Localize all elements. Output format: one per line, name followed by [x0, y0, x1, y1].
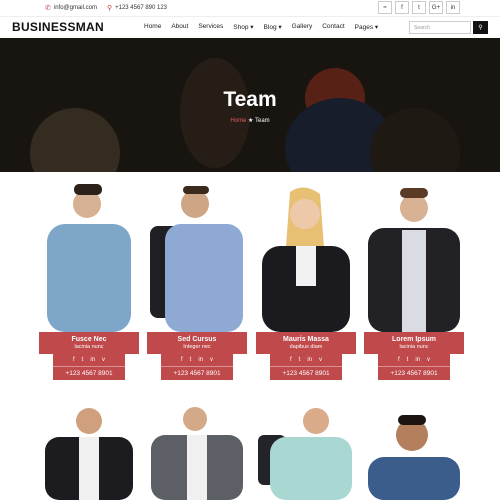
page-banner: Team Home ★ Team: [0, 38, 500, 172]
team-member-photo: [45, 408, 133, 500]
google-plus-icon[interactable]: G+: [429, 1, 443, 14]
team-member-socials: f t in v: [378, 354, 450, 366]
team-member-photo: [262, 187, 350, 332]
twitter-icon[interactable]: t: [407, 357, 409, 363]
team-member-phone: +123 4567 8901: [270, 366, 342, 380]
nav-item-shop[interactable]: Shop ▾: [233, 23, 253, 31]
team-member-phone: +123 4567 8901: [378, 366, 450, 380]
linkedin-icon[interactable]: in: [446, 1, 460, 14]
linkedin-icon[interactable]: in: [307, 357, 312, 363]
team-member-name: Lorem Ipsum: [392, 336, 436, 343]
linkedin-icon[interactable]: in: [198, 357, 203, 363]
team-member-phone: +123 4567 8901: [161, 366, 233, 380]
nav-item-about[interactable]: About: [171, 23, 188, 31]
team-member-name: Sed Cursus: [177, 336, 217, 343]
phone-contact[interactable]: ⚲ +123 4567 890 123: [107, 4, 167, 12]
team-member-photo: [368, 415, 460, 500]
team-member-role: dapibus diam: [289, 344, 323, 350]
contact-info: ✆ info@gmail.com ⚲ +123 4567 890 123: [45, 4, 167, 12]
main-navigation: BUSINESSMAN Home About Services Shop ▾ B…: [0, 16, 500, 38]
vimeo-icon[interactable]: v: [319, 357, 322, 363]
team-member-socials: f t in v: [161, 354, 233, 366]
search-icon: ⚲: [478, 25, 483, 31]
chevron-down-icon: ▾: [374, 24, 379, 31]
nav-item-shop-label: Shop: [233, 24, 249, 31]
twitter-icon[interactable]: t: [82, 357, 84, 363]
nav-item-blog[interactable]: Blog ▾: [264, 23, 282, 31]
team-member-role: lacinia nunc: [74, 344, 104, 350]
twitter-icon[interactable]: t: [299, 357, 301, 363]
team-member-socials: f t in v: [270, 354, 342, 366]
team-member-info: Sed Cursus Integer nec: [147, 332, 247, 354]
nav-item-pages-label: Pages: [354, 24, 374, 31]
nav-item-contact[interactable]: Contact: [322, 23, 344, 31]
team-member-phone: +123 4567 8901: [53, 366, 125, 380]
site-logo[interactable]: BUSINESSMAN: [12, 20, 104, 34]
location-pin-icon: ⚲: [106, 5, 113, 12]
team-member-photo: [151, 407, 243, 500]
phone-icon: ✆: [45, 5, 51, 12]
team-member-name: Mauris Massa: [283, 336, 329, 343]
facebook-icon[interactable]: f: [290, 357, 292, 363]
team-member-photo: [47, 184, 131, 332]
page-title: Team: [223, 88, 277, 111]
facebook-icon[interactable]: f: [73, 357, 75, 363]
team-member-role: lacinia nunc: [399, 344, 429, 350]
nav-item-pages[interactable]: Pages ▾: [355, 23, 379, 31]
team-member-photo: [258, 408, 352, 500]
team-member-info: Fusce Nec lacinia nunc: [39, 332, 139, 354]
linkedin-icon[interactable]: in: [415, 357, 420, 363]
star-icon: ★: [248, 118, 254, 124]
phone-text: +123 4567 890 123: [115, 5, 168, 11]
twitter-icon[interactable]: t: [412, 1, 426, 14]
nav-item-home[interactable]: Home: [144, 23, 161, 31]
email-text: info@gmail.com: [53, 5, 97, 11]
breadcrumb-current: Team: [254, 118, 270, 124]
linkedin-icon[interactable]: in: [90, 357, 95, 363]
search-button[interactable]: ⚲: [473, 21, 488, 34]
twitter-icon[interactable]: t: [190, 357, 192, 363]
facebook-icon[interactable]: f: [181, 357, 183, 363]
vimeo-icon[interactable]: v: [102, 357, 105, 363]
vimeo-icon[interactable]: v: [427, 357, 430, 363]
facebook-icon[interactable]: f: [395, 1, 409, 14]
team-member-photo: [150, 186, 243, 332]
team-member-role: Integer nec: [183, 344, 211, 350]
team-member-name: Fusce Nec: [71, 336, 107, 343]
facebook-icon[interactable]: f: [398, 357, 400, 363]
team-member-photo: [368, 188, 460, 332]
chevron-down-icon: ▾: [250, 24, 254, 31]
team-member-info: Lorem Ipsum lacinia nunc: [364, 332, 464, 354]
nav-item-gallery[interactable]: Gallery: [292, 23, 313, 31]
search-input[interactable]: Search: [409, 21, 471, 34]
nav-menu: Home About Services Shop ▾ Blog ▾ Galler…: [144, 23, 378, 31]
email-contact[interactable]: ✆ info@gmail.com: [45, 4, 97, 12]
breadcrumb: Home ★ Team: [0, 117, 500, 124]
chevron-down-icon: ▾: [278, 24, 282, 31]
breadcrumb-home[interactable]: Home: [230, 118, 246, 124]
team-member-socials: f t in v: [53, 354, 125, 366]
nav-item-services[interactable]: Services: [198, 23, 223, 31]
rss-icon[interactable]: ≈: [378, 1, 392, 14]
top-bar: ✆ info@gmail.com ⚲ +123 4567 890 123 ≈ f…: [0, 0, 500, 16]
vimeo-icon[interactable]: v: [210, 357, 213, 363]
nav-item-blog-label: Blog: [263, 24, 277, 31]
team-member-info: Mauris Massa dapibus diam: [256, 332, 356, 354]
social-links: ≈ f t G+ in: [378, 1, 460, 14]
